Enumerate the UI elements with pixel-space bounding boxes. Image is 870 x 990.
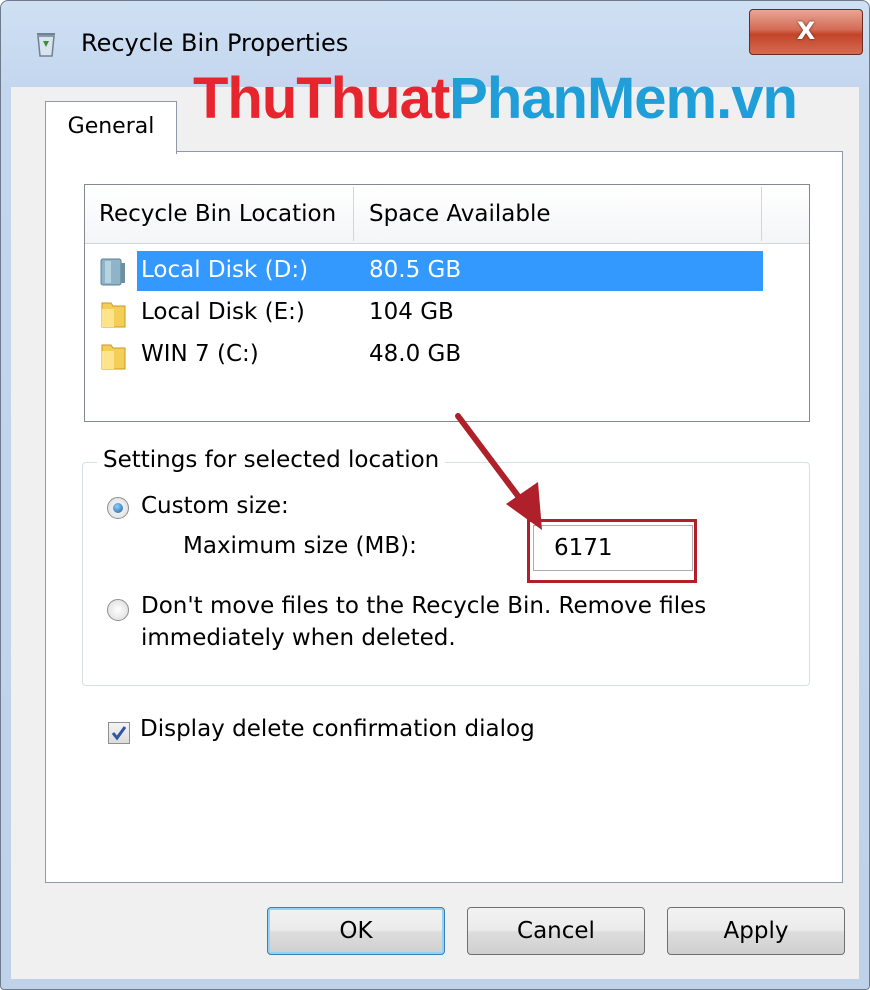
annotation-arrow-icon <box>455 413 542 530</box>
folder-icon <box>101 302 126 328</box>
settings-groupbox: Settings for selected location Custom si… <box>82 447 810 686</box>
recycle-bin-properties-window: Recycle Bin Properties X General ThuThua… <box>0 0 870 990</box>
dont-move-files-radio[interactable] <box>107 599 129 621</box>
close-button[interactable]: X <box>749 9 863 55</box>
column-header-location[interactable]: Recycle Bin Location <box>99 201 336 227</box>
drive-icon <box>100 258 125 286</box>
column-header-space[interactable]: Space Available <box>369 201 551 227</box>
apply-button[interactable]: Apply <box>667 907 845 955</box>
watermark-part1: ThuThuat <box>193 66 450 131</box>
list-item[interactable]: Local Disk (E:) 104 GB <box>99 293 763 333</box>
list-item[interactable]: WIN 7 (C:) 48.0 GB <box>99 335 763 375</box>
space-available: 104 GB <box>369 299 454 325</box>
location-name: Local Disk (E:) <box>141 299 305 325</box>
close-icon: X <box>796 17 816 45</box>
tab-general[interactable]: General <box>45 101 177 154</box>
recycle-bin-icon <box>37 33 55 57</box>
general-tab-panel: Recycle Bin Location Space Available Loc… <box>45 151 843 883</box>
watermark-logo: ThuThuatPhanMem.vn <box>193 65 798 132</box>
window-title: Recycle Bin Properties <box>81 29 349 57</box>
max-size-label: Maximum size (MB): <box>183 533 417 559</box>
column-divider[interactable] <box>761 187 762 241</box>
dont-move-files-label-line1[interactable]: Don't move files to the Recycle Bin. Rem… <box>141 593 706 619</box>
cancel-button[interactable]: Cancel <box>467 907 645 955</box>
custom-size-radio[interactable] <box>107 497 129 519</box>
checkmark-icon <box>111 726 127 741</box>
dont-move-files-label-line2[interactable]: immediately when deleted. <box>141 625 456 651</box>
ok-button[interactable]: OK <box>267 907 445 955</box>
display-confirmation-label[interactable]: Display delete confirmation dialog <box>140 716 535 742</box>
display-confirmation-checkbox[interactable] <box>108 722 130 744</box>
custom-size-label[interactable]: Custom size: <box>141 493 289 519</box>
list-item[interactable]: Local Disk (D:) 80.5 GB <box>99 251 763 291</box>
space-available: 80.5 GB <box>369 257 462 283</box>
column-divider[interactable] <box>353 187 354 241</box>
watermark-part2: PhanMem.vn <box>449 66 798 131</box>
location-name: WIN 7 (C:) <box>141 341 259 367</box>
space-available: 48.0 GB <box>369 341 462 367</box>
settings-legend: Settings for selected location <box>97 447 446 473</box>
list-header: Recycle Bin Location Space Available <box>85 185 809 244</box>
folder-icon <box>101 344 126 370</box>
location-name: Local Disk (D:) <box>141 257 309 283</box>
radio-selected-dot <box>113 503 123 513</box>
recycle-bin-location-list[interactable]: Recycle Bin Location Space Available Loc… <box>84 184 810 422</box>
